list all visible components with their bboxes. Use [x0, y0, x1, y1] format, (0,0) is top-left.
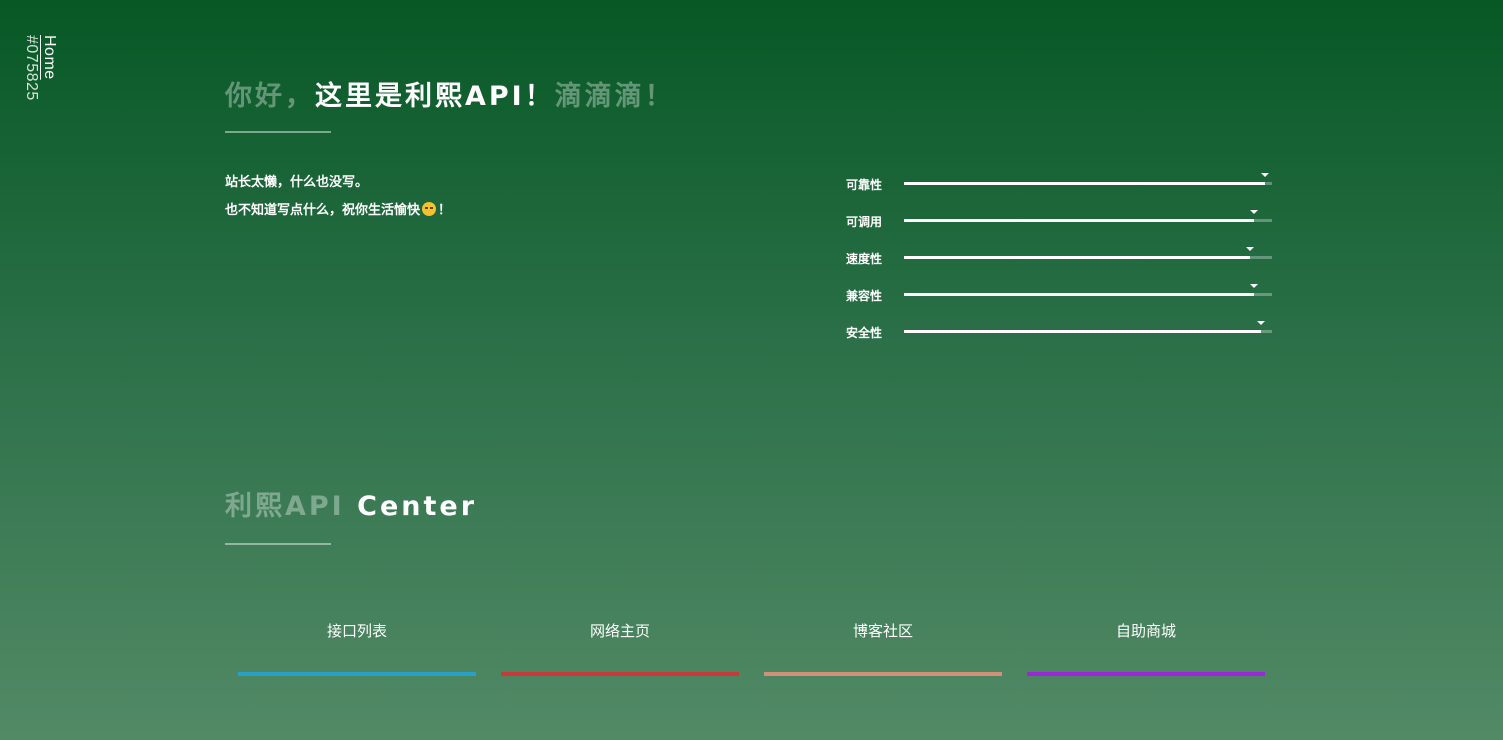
skill-row: 可调用 [846, 209, 1272, 246]
nav-cards: 接口列表 网络主页 博客社区 自助商城 [238, 612, 1266, 682]
skill-marker-icon [1249, 210, 1258, 214]
skill-track [904, 210, 1272, 222]
skill-fill [904, 182, 1265, 185]
skill-label: 速度性 [846, 252, 883, 266]
center-title-muted: 利熙API [225, 491, 345, 522]
nav-card-bar [764, 672, 1002, 676]
skill-row: 可靠性 [846, 172, 1272, 209]
side-nav: Home #075825 [22, 35, 58, 104]
intro-line-2-text: 也不知道写点什么，祝你生活愉快 [225, 203, 421, 218]
nav-card-label: 接口列表 [326, 622, 387, 640]
intro-text: 站长太懒，什么也没写。 也不知道写点什么，祝你生活愉快 ！ [225, 169, 451, 225]
home-link[interactable]: Home [40, 35, 58, 80]
skill-bars: 可靠性 可调用 速度性 兼容性 安全性 [846, 172, 1272, 357]
skill-track [904, 321, 1272, 333]
skill-label: 兼容性 [846, 289, 883, 303]
center-title: 利熙API Center [225, 484, 477, 523]
skill-fill [904, 293, 1254, 296]
hero-divider [225, 131, 331, 133]
smiling-face-icon [422, 202, 437, 216]
hero-title-prefix: 你好， [225, 81, 315, 112]
intro-line-2-end: ！ [438, 203, 452, 218]
skill-track [904, 173, 1272, 185]
nav-card-bar [1027, 672, 1265, 676]
skill-fill [904, 330, 1261, 333]
nav-card-bar [238, 672, 476, 676]
nav-card-homepage[interactable]: 网络主页 [501, 612, 739, 678]
hero-title: 你好，这里是利熙API！滴滴滴！ [225, 74, 675, 113]
hero-title-main: 这里是利熙API！ [315, 81, 555, 112]
skill-marker-icon [1256, 321, 1265, 325]
skill-label: 可调用 [846, 215, 883, 229]
intro-line-1: 站长太懒，什么也没写。 [225, 175, 369, 190]
color-code-label: #075825 [23, 35, 40, 101]
center-divider [225, 543, 331, 545]
center-title-bright: Center [357, 491, 478, 522]
skill-row: 安全性 [846, 320, 1272, 357]
nav-card-label: 自助商城 [1115, 622, 1176, 640]
skill-fill [904, 219, 1254, 222]
hero-title-suffix: 滴滴滴！ [554, 81, 675, 112]
skill-label: 可靠性 [846, 178, 883, 192]
intro-line-2: 也不知道写点什么，祝你生活愉快 ！ [225, 197, 451, 225]
nav-card-blog[interactable]: 博客社区 [764, 612, 1002, 678]
skill-label: 安全性 [846, 326, 883, 340]
nav-card-label: 博客社区 [852, 622, 913, 640]
skill-row: 速度性 [846, 246, 1272, 283]
nav-card-api-list[interactable]: 接口列表 [238, 612, 476, 678]
nav-card-bar [501, 672, 739, 676]
nav-card-shop[interactable]: 自助商城 [1027, 612, 1265, 678]
skill-row: 兼容性 [846, 283, 1272, 320]
skill-marker-icon [1249, 284, 1258, 288]
skill-marker-icon [1260, 173, 1269, 177]
nav-card-label: 网络主页 [589, 622, 650, 640]
skill-fill [904, 256, 1250, 259]
skill-track [904, 247, 1272, 259]
skill-marker-icon [1245, 247, 1254, 251]
skill-track [904, 284, 1272, 296]
